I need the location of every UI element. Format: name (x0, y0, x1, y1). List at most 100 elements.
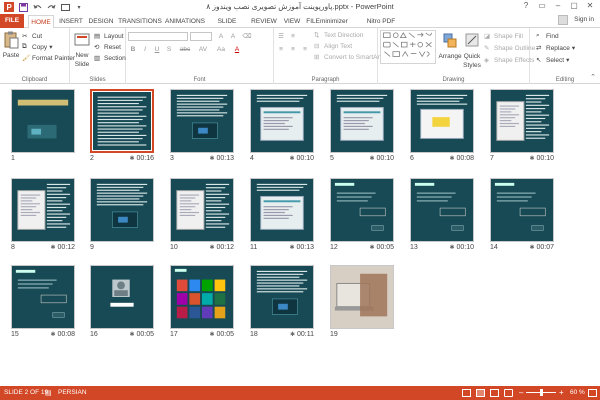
change-case-button[interactable]: Aa (214, 45, 228, 54)
language-indicator[interactable]: PERSIAN (58, 389, 87, 396)
tab-slide-show[interactable]: SLIDE SHOW (210, 15, 244, 38)
close-button[interactable]: ✕ (582, 0, 598, 12)
slide-thumbnail[interactable] (170, 89, 234, 153)
replace-button[interactable]: ⇄ Replace ▾ (536, 44, 575, 53)
slide-thumbnail-image (176, 183, 230, 230)
slide-timing-value: 00:05 (136, 331, 154, 338)
slide-thumbnail[interactable] (90, 178, 154, 242)
slide-thumbnail[interactable] (490, 89, 554, 153)
bold-button[interactable]: B (128, 45, 138, 54)
fit-to-window-icon[interactable] (588, 389, 597, 397)
slide-thumbnail[interactable] (410, 89, 474, 153)
slide-sorter-view-icon[interactable] (476, 389, 485, 397)
reset-button[interactable]: ⟲ Reset (94, 43, 121, 52)
slide-thumbnail[interactable] (11, 178, 75, 242)
tab-fileminimizer[interactable]: FILEminimizer (305, 15, 349, 28)
tab-home[interactable]: HOME (28, 15, 54, 29)
shape-effects-button[interactable]: ◈ Shape Effects (484, 56, 534, 65)
reading-view-icon[interactable] (490, 389, 499, 397)
convert-smartart-button[interactable]: ⊞ Convert to SmartArt (314, 53, 381, 62)
slide-number: 2 (90, 155, 94, 162)
shapes-gallery[interactable] (380, 30, 436, 64)
shadow-button[interactable]: S (164, 45, 174, 54)
help-button[interactable]: ? (518, 0, 534, 12)
zoom-slider-thumb[interactable] (540, 389, 543, 396)
cut-button[interactable]: ✂ Cut (22, 32, 42, 41)
transition-icon: ✱ (289, 245, 295, 251)
zoom-out-button[interactable]: – (519, 388, 523, 397)
tab-review[interactable]: REVIEW (250, 15, 278, 28)
layout-button[interactable]: ▤ Layout (94, 32, 124, 41)
slide-thumbnail[interactable] (170, 178, 234, 242)
tab-design[interactable]: DESIGN (88, 15, 114, 28)
ribbon-display-options-button[interactable]: ▭ (534, 0, 550, 12)
slide-thumbnail[interactable] (170, 265, 234, 329)
font-size-combo[interactable] (190, 32, 212, 41)
tab-animations[interactable]: ANIMATIONS (165, 15, 205, 28)
zoom-in-button[interactable]: + (559, 388, 564, 397)
clear-formatting-icon[interactable]: ⌫ (242, 32, 252, 41)
slide-thumbnail[interactable] (250, 178, 314, 242)
slide-thumbnail-image (416, 94, 468, 139)
slide-thumbnail[interactable] (490, 178, 554, 242)
quick-styles-button[interactable]: Quick Styles (462, 32, 482, 69)
normal-view-icon[interactable] (462, 389, 471, 397)
sign-in-link[interactable]: Sign in (574, 16, 594, 23)
format-painter-button[interactable]: 🖌 Format Painter (22, 54, 75, 63)
copy-icon: ⧉ (22, 43, 27, 50)
zoom-level[interactable]: 60 % (570, 389, 585, 396)
bullets-icon[interactable]: ☰ (276, 32, 286, 41)
new-slide-button[interactable]: New Slide (73, 31, 91, 68)
slide-thumbnail[interactable] (250, 89, 314, 153)
shape-outline-button[interactable]: ✎ Shape Outline (484, 44, 535, 53)
tab-transitions[interactable]: TRANSITIONS (118, 15, 162, 28)
slide-number: 16 (90, 331, 98, 338)
avatar[interactable] (558, 15, 568, 25)
font-color-button[interactable]: A (232, 45, 242, 54)
numbering-icon[interactable]: ≡ (288, 32, 298, 41)
arrange-button[interactable]: Arrange (438, 32, 462, 60)
tab-nitro-pdf[interactable]: Nitro PDF Professional (352, 15, 410, 38)
slide-thumbnail[interactable] (90, 89, 154, 153)
slide-timing: ✱ 00:05 (114, 331, 154, 338)
maximize-button[interactable]: ▢ (566, 0, 582, 12)
slide-thumbnail[interactable] (410, 178, 474, 242)
shape-fill-button[interactable]: ◪ Shape Fill (484, 32, 523, 41)
brush-icon: 🖌 (22, 55, 31, 62)
italic-button[interactable]: I (140, 45, 150, 54)
tab-insert[interactable]: INSERT (58, 15, 84, 28)
slide-thumbnail[interactable] (11, 89, 75, 153)
window-title: پاورپوینت آموزش تصویری نصب ویندوز ۸.pptx… (206, 2, 394, 11)
align-text-button[interactable]: ⊟ Align Text (314, 42, 352, 51)
tab-file[interactable]: FILE (0, 14, 24, 28)
strikethrough-button[interactable]: abc (178, 45, 192, 54)
slide-thumbnail[interactable] (90, 265, 154, 329)
copy-button[interactable]: ⧉ Copy ▾ (22, 43, 52, 51)
slide-thumbnail[interactable] (250, 265, 314, 329)
slide-number: 4 (250, 155, 254, 162)
font-name-combo[interactable] (128, 32, 188, 41)
shrink-font-icon[interactable]: A (228, 32, 238, 41)
grow-font-icon[interactable]: A (216, 32, 226, 41)
underline-button[interactable]: U (152, 45, 162, 54)
align-left-icon[interactable]: ≡ (276, 45, 286, 54)
slide-thumbnail[interactable] (330, 265, 394, 329)
align-center-icon[interactable]: ≡ (288, 45, 298, 54)
tab-view[interactable]: VIEW (282, 15, 302, 28)
proofing-icon[interactable]: ▤ (45, 389, 52, 397)
slide-thumbnail-image (17, 99, 69, 139)
paste-button[interactable]: Paste (3, 31, 19, 59)
slide-thumbnail[interactable] (330, 178, 394, 242)
slide-thumbnail[interactable] (330, 89, 394, 153)
align-right-icon[interactable]: ≡ (300, 45, 310, 54)
find-button[interactable]: ⌕ Find (536, 32, 559, 40)
character-spacing-button[interactable]: AV (196, 45, 210, 54)
minimize-button[interactable]: – (550, 0, 566, 12)
slide-thumbnail[interactable] (11, 265, 75, 329)
collapse-ribbon-icon[interactable]: ⌃ (590, 73, 596, 81)
text-direction-button[interactable]: ⇅ Text Direction (314, 31, 363, 40)
slideshow-view-icon[interactable] (504, 389, 513, 397)
pen-icon: ✎ (484, 45, 490, 52)
select-button[interactable]: ↖ Select ▾ (536, 56, 569, 65)
section-button[interactable]: ▥ Section (94, 54, 126, 63)
